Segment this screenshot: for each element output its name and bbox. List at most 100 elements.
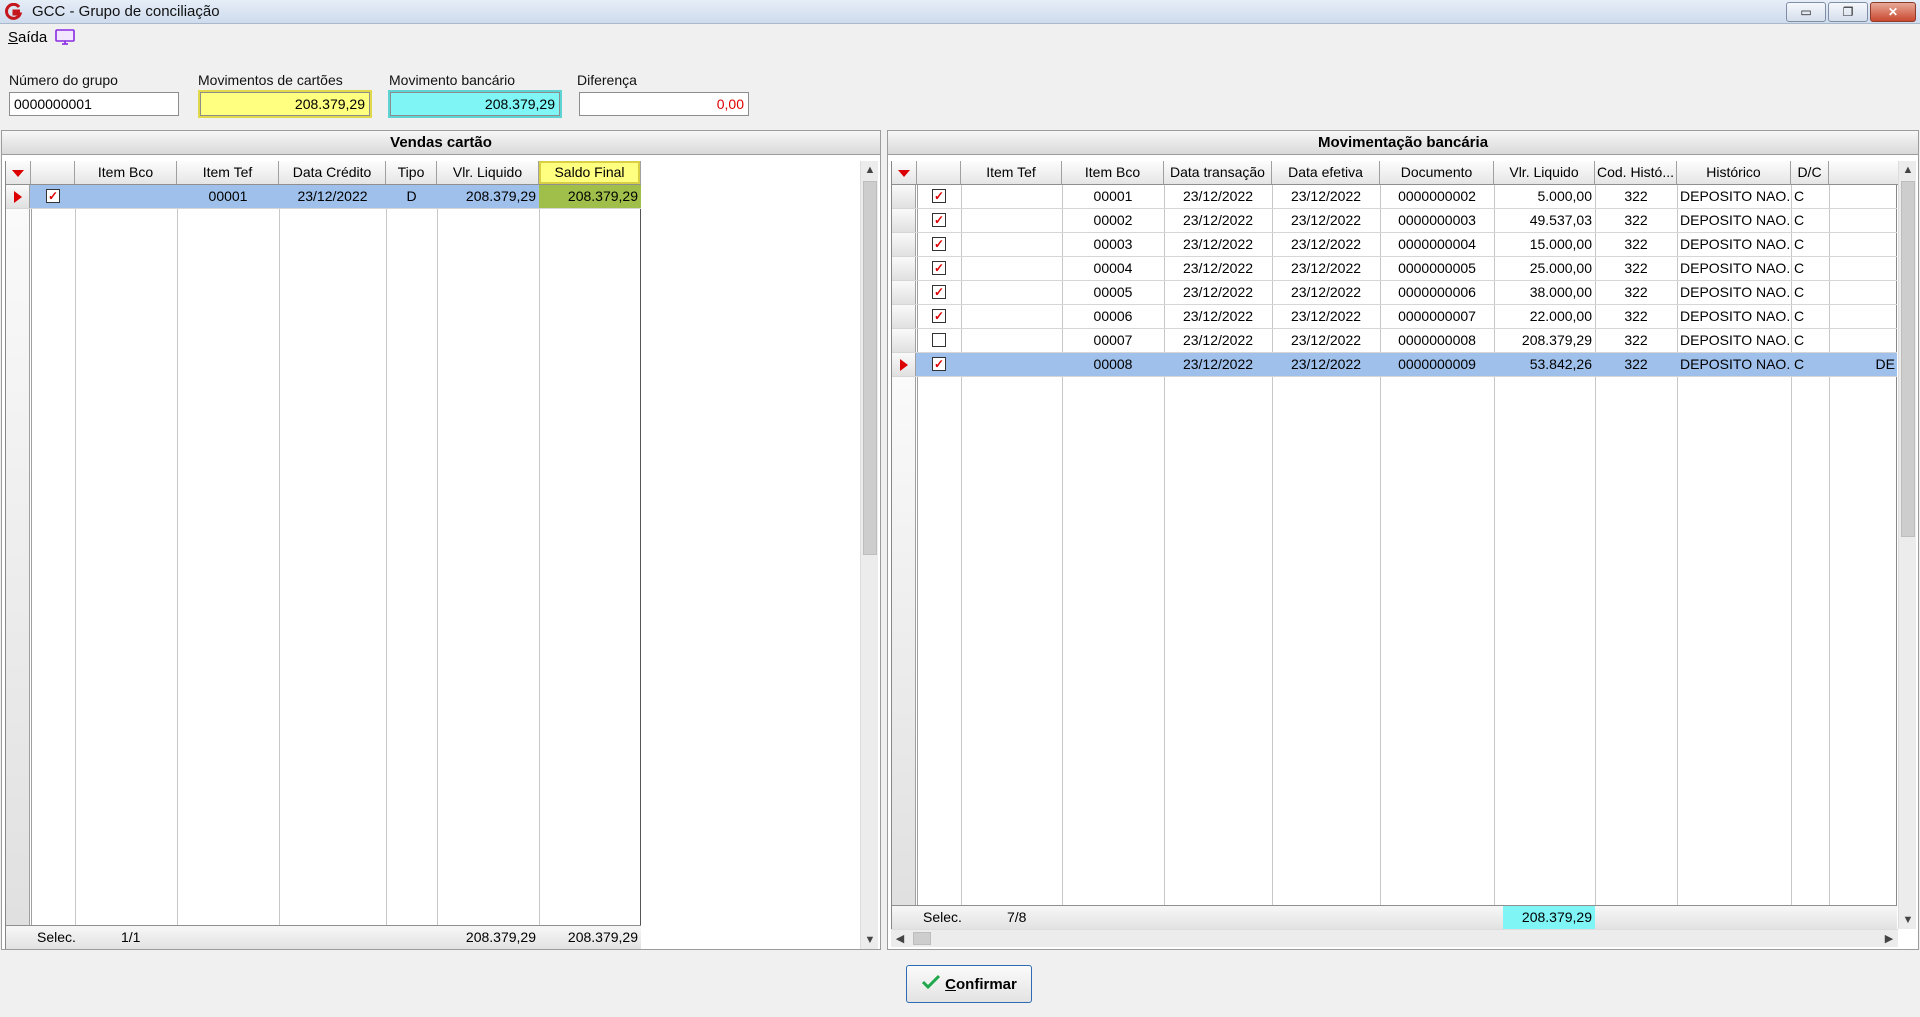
banco-row-checkbox[interactable]: ✓ [932,357,946,371]
banco-indicator-column [892,377,916,905]
banco-col-data-transacao[interactable]: Data transação [1164,161,1272,185]
cell-item-tef [961,185,1062,208]
cell-data-efetiva: 23/12/2022 [1290,260,1362,276]
banco-row[interactable]: ✓ 00008 23/12/2022 23/12/2022 0000000009 53.8… [892,353,1897,377]
cell-extra: DE [1875,356,1895,372]
vendas-col-vlr-liquido[interactable]: Vlr. Liquido [437,161,539,185]
monitor-icon[interactable] [55,28,77,46]
banco-row-checkbox[interactable]: ✓ [932,213,946,227]
cell-documento: 0000000004 [1398,236,1476,252]
row-indicator [892,305,916,328]
vendas-col-data-credito[interactable]: Data Crédito [279,161,386,185]
banco-row[interactable]: ✓ 00002 23/12/2022 23/12/2022 0000000003 49.5… [892,209,1897,233]
scroll-thumb[interactable] [913,932,931,945]
banco-row[interactable]: ✓ 00005 23/12/2022 23/12/2022 0000000006 38.0… [892,281,1897,305]
banco-vertical-scrollbar[interactable]: ▲ ▼ [1898,161,1916,929]
banco-row-checkbox[interactable]: ✓ [932,189,946,203]
vendas-col-item-tef[interactable]: Item Tef [177,161,279,185]
cell-cod-historico: 322 [1624,260,1648,276]
vendas-vertical-scrollbar[interactable]: ▲ ▼ [860,161,878,949]
cell-data-transacao: 23/12/2022 [1182,260,1254,276]
vendas-footer-label: Selec. [37,929,76,945]
vendas-col-tipo[interactable]: Tipo [386,161,437,185]
cell-documento: 0000000009 [1398,356,1476,372]
cell-vlr-liquido: 49.537,03 [1529,212,1592,228]
close-button[interactable]: ✕ [1870,2,1916,22]
cell-data-transacao: 23/12/2022 [1182,356,1254,372]
movimentacao-bancaria-title: Movimentação bancária [888,131,1918,155]
banco-grid: Item Tef Item Bco Data transação Data ef… [891,161,1898,929]
minimize-button[interactable]: ▭ [1786,2,1826,22]
vendas-row-checkbox[interactable]: ✓ [46,189,60,203]
cell-dc: C [1794,212,1805,228]
vendas-check-header[interactable] [31,161,75,185]
cell-data-transacao: 23/12/2022 [1182,284,1254,300]
vendas-cartao-title: Vendas cartão [2,131,880,155]
vendas-indicator-header[interactable] [6,161,31,185]
banco-col-item-tef[interactable]: Item Tef [961,161,1062,185]
banco-row-checkbox[interactable]: ✓ [932,285,946,299]
banco-row-checkbox[interactable] [932,333,946,347]
banco-col-dc[interactable]: D/C [1791,161,1829,185]
scroll-down-icon[interactable]: ▼ [1899,911,1917,929]
banco-row[interactable]: ✓ 00004 23/12/2022 23/12/2022 0000000005 25.0… [892,257,1897,281]
current-row-icon [14,191,22,203]
cell-documento: 0000000007 [1398,308,1476,324]
scroll-left-icon[interactable]: ◀ [891,930,909,948]
numero-grupo-input[interactable]: 0000000001 [9,92,179,116]
row-indicator [892,233,916,256]
scroll-thumb[interactable] [1901,181,1915,537]
banco-col-extra [1829,161,1898,185]
banco-row-checkbox[interactable]: ✓ [932,261,946,275]
cell-documento: 0000000008 [1398,332,1476,348]
numero-grupo-label: Número do grupo [9,72,118,88]
restore-icon: ❐ [1842,5,1854,19]
confirmar-label: Confirmar [945,975,1017,993]
cell-item-bco: 00001 [1093,188,1133,204]
scroll-thumb[interactable] [863,181,877,555]
banco-col-cod-historico[interactable]: Cod. Histó... [1595,161,1677,185]
sort-down-icon [898,170,910,177]
scroll-up-icon[interactable]: ▲ [861,161,879,179]
banco-col-historico[interactable]: Histórico [1677,161,1791,185]
cell-dc: C [1794,308,1805,324]
cell-historico: DEPOSITO NAO... [1680,212,1791,228]
banco-row-checkbox[interactable]: ✓ [932,309,946,323]
vendas-col-saldo-final[interactable]: Saldo Final [539,161,641,185]
banco-col-documento[interactable]: Documento [1380,161,1494,185]
cell-data-transacao: 23/12/2022 [1182,188,1254,204]
vendas-col-item-bco[interactable]: Item Bco [75,161,177,185]
row-indicator [892,185,916,208]
banco-horizontal-scrollbar[interactable]: ◀ ▶ [891,929,1898,947]
scroll-down-icon[interactable]: ▼ [861,931,879,949]
banco-col-item-bco[interactable]: Item Bco [1062,161,1164,185]
banco-row[interactable]: 00007 23/12/2022 23/12/2022 0000000008 208.3… [892,329,1897,353]
vendas-indicator-column [6,209,30,925]
restore-button[interactable]: ❐ [1828,2,1868,22]
banco-col-data-efetiva[interactable]: Data efetiva [1272,161,1380,185]
cell-documento: 0000000006 [1398,284,1476,300]
scroll-up-icon[interactable]: ▲ [1899,161,1917,179]
diferenca-label: Diferença [577,72,637,88]
vendas-row[interactable]: ✓ 00001 23/12/2022 D 208.379,29 208.379,… [6,185,641,209]
mov-cartoes-label: Movimentos de cartões [198,72,343,88]
confirmar-button[interactable]: Confirmar [906,965,1032,1003]
cell-data-transacao: 23/12/2022 [1182,332,1254,348]
menu-saida[interactable]: Saída [8,29,47,46]
cell-vlr-liquido: 25.000,00 [1529,260,1592,276]
banco-row[interactable]: ✓ 00006 23/12/2022 23/12/2022 0000000007 22.0… [892,305,1897,329]
banco-row-checkbox[interactable]: ✓ [932,237,946,251]
banco-indicator-header[interactable] [892,161,917,185]
cell-item-bco: 00002 [1093,212,1133,228]
banco-check-header[interactable] [917,161,961,185]
scroll-right-icon[interactable]: ▶ [1880,930,1898,948]
cell-vlr-liquido: 208.379,29 [1521,332,1592,348]
cell-item-tef [961,305,1062,328]
banco-col-vlr-liquido[interactable]: Vlr. Liquido [1494,161,1595,185]
banco-row[interactable]: ✓ 00003 23/12/2022 23/12/2022 0000000004 15.0… [892,233,1897,257]
banco-row[interactable]: ✓ 00001 23/12/2022 23/12/2022 0000000002 5.00… [892,185,1897,209]
cell-vlr-liquido: 38.000,00 [1529,284,1592,300]
cell-item-tef [961,281,1062,304]
cell-historico: DEPOSITO NAO... [1680,332,1791,348]
vendas-footer-count: 1/1 [121,929,141,945]
